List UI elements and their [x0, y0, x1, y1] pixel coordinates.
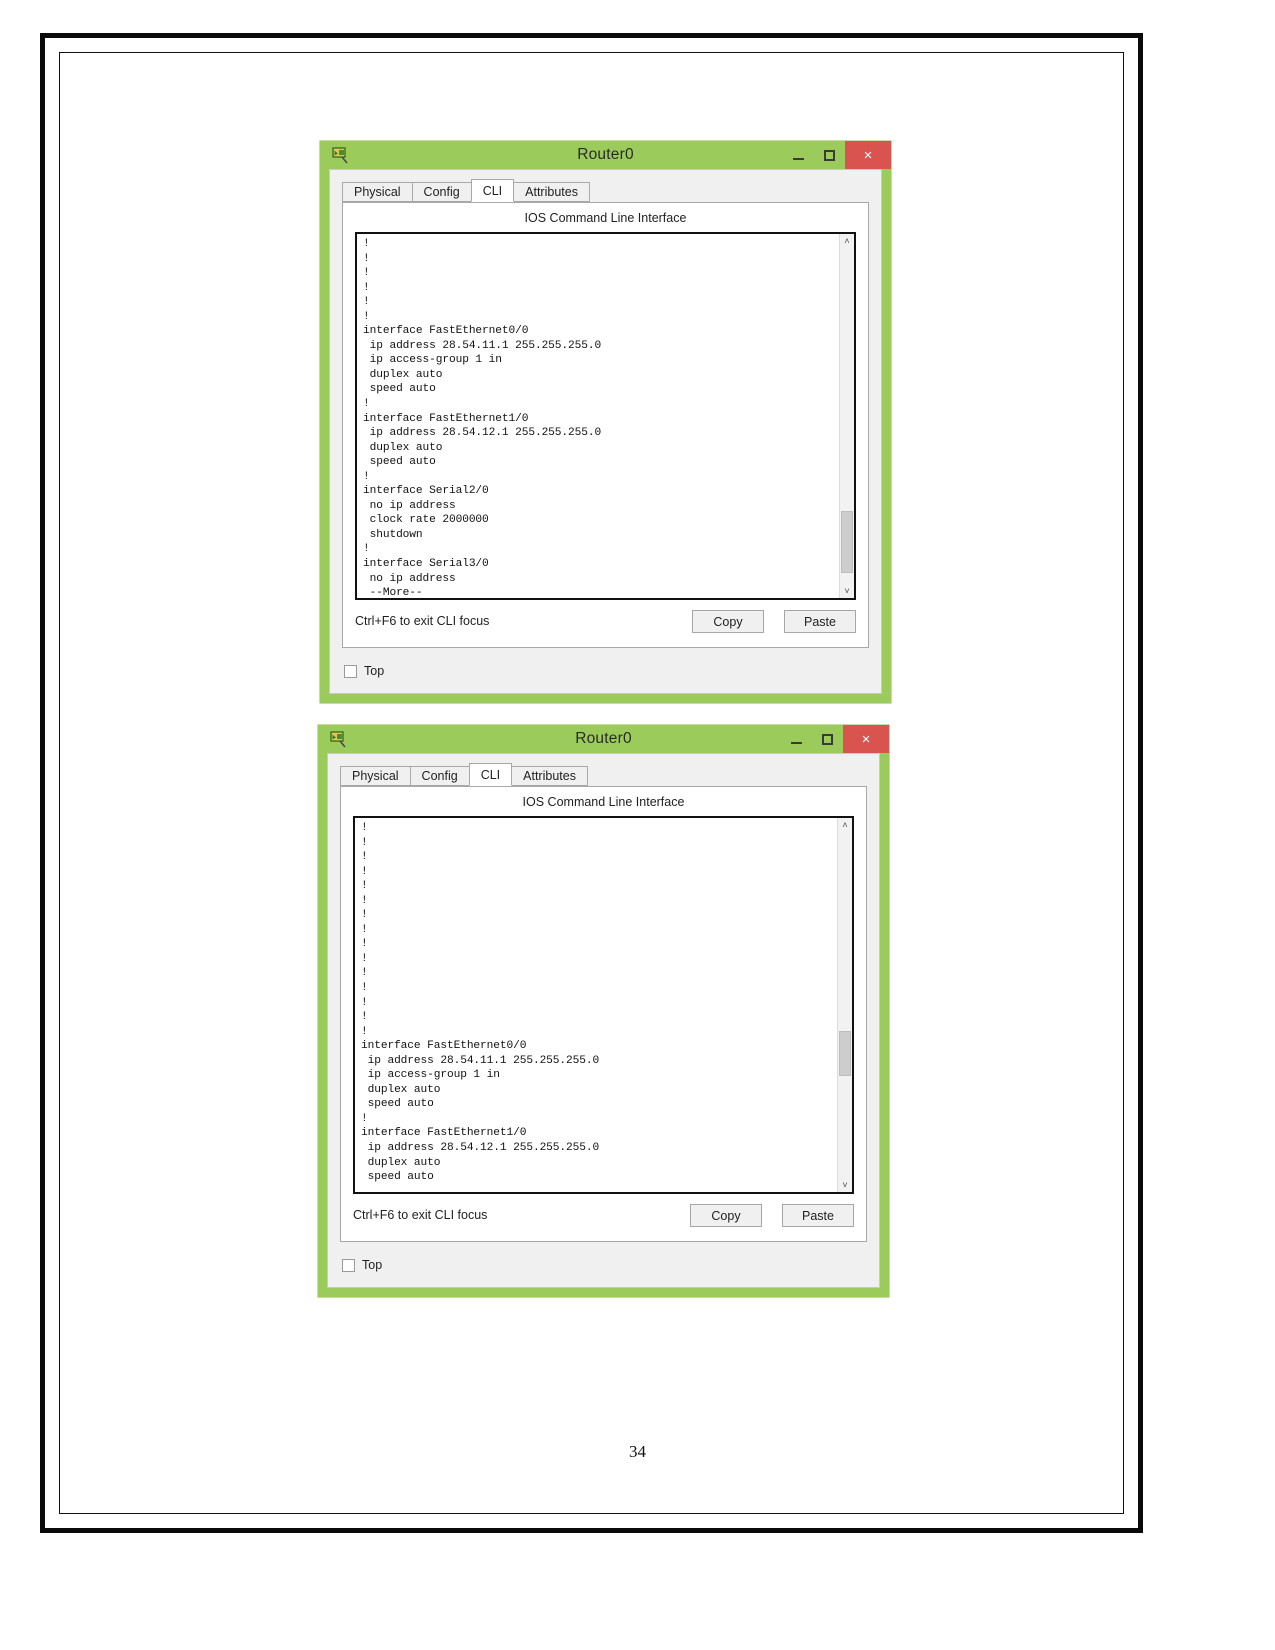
tab-physical[interactable]: Physical	[342, 182, 413, 202]
tab-strip-bottom[interactable]: Physical Config CLI Attributes	[340, 763, 879, 786]
tab-config[interactable]: Config	[411, 182, 472, 202]
tab-physical[interactable]: Physical	[340, 766, 411, 786]
cli-focus-hint: Ctrl+F6 to exit CLI focus	[355, 614, 490, 628]
tab-cli[interactable]: CLI	[468, 763, 513, 786]
scroll-up-arrow-icon[interactable]: ˄	[840, 234, 854, 248]
window-body-top: Physical Config CLI Attributes IOS Comma…	[329, 169, 882, 694]
top-checkbox-label: Top	[364, 664, 385, 678]
title-bar-bottom[interactable]: Router0 ×	[318, 725, 889, 753]
maximize-icon[interactable]	[814, 141, 845, 169]
cli-output-text: ! ! ! ! ! ! ! ! ! ! ! ! ! ! ! interface …	[361, 822, 600, 1184]
cli-tab-page-top: IOS Command Line Interface ! ! ! ! ! ! i…	[342, 202, 869, 648]
scroll-down-arrow-icon[interactable]: ˅	[840, 584, 854, 598]
minimize-icon[interactable]	[781, 725, 812, 753]
top-checkbox-row[interactable]: Top	[342, 1258, 382, 1272]
cli-heading: IOS Command Line Interface	[522, 795, 685, 809]
top-checkbox[interactable]	[344, 664, 357, 678]
router0-window-bottom[interactable]: Router0 × Physical Config CLI Attributes…	[318, 725, 889, 1297]
cli-output-text: ! ! ! ! ! ! interface FastEthernet0/0 ip…	[363, 238, 602, 598]
tab-strip-top[interactable]: Physical Config CLI Attributes	[342, 179, 881, 202]
tab-config[interactable]: Config	[409, 766, 470, 786]
cli-tab-page-bottom: IOS Command Line Interface ! ! ! ! ! ! !…	[340, 786, 867, 1242]
cli-scrollbar[interactable]: ˄ ˅	[839, 234, 854, 598]
scrollbar-thumb[interactable]	[841, 510, 853, 573]
copy-button[interactable]: Copy	[690, 1204, 762, 1227]
window-controls[interactable]: ×	[783, 141, 891, 169]
paste-button[interactable]: Paste	[782, 1204, 854, 1227]
paste-button[interactable]: Paste	[784, 610, 856, 633]
router0-window-top[interactable]: Router0 × Physical Config CLI Attributes…	[320, 141, 891, 703]
page-number: 34	[629, 1442, 646, 1461]
scrollbar-thumb[interactable]	[839, 1031, 851, 1077]
cli-footer-top: Ctrl+F6 to exit CLI focus Copy Paste	[355, 610, 856, 634]
top-checkbox[interactable]	[342, 1258, 355, 1272]
top-checkbox-row[interactable]: Top	[344, 664, 384, 678]
cli-scrollbar[interactable]: ˄ ˅	[837, 818, 852, 1192]
cli-terminal-top[interactable]: ! ! ! ! ! ! interface FastEthernet0/0 ip…	[355, 232, 856, 600]
title-bar-top[interactable]: Router0 ×	[320, 141, 891, 169]
top-checkbox-label: Top	[362, 1258, 383, 1272]
cli-heading: IOS Command Line Interface	[524, 211, 687, 225]
minimize-icon[interactable]	[783, 141, 814, 169]
packet-tracer-router-icon	[331, 146, 349, 164]
scroll-down-arrow-icon[interactable]: ˅	[838, 1178, 852, 1192]
scanned-page: Router0 × Physical Config CLI Attributes…	[0, 0, 1275, 1650]
close-icon[interactable]: ×	[843, 725, 889, 753]
tab-cli[interactable]: CLI	[470, 179, 515, 202]
close-icon[interactable]: ×	[845, 141, 891, 169]
cli-focus-hint: Ctrl+F6 to exit CLI focus	[353, 1208, 488, 1222]
window-body-bottom: Physical Config CLI Attributes IOS Comma…	[327, 753, 880, 1288]
packet-tracer-router-icon	[329, 730, 347, 748]
tab-attributes[interactable]: Attributes	[513, 182, 590, 202]
maximize-icon[interactable]	[812, 725, 843, 753]
copy-button[interactable]: Copy	[692, 610, 764, 633]
window-controls[interactable]: ×	[781, 725, 889, 753]
tab-attributes[interactable]: Attributes	[511, 766, 588, 786]
scroll-up-arrow-icon[interactable]: ˄	[838, 818, 852, 832]
cli-footer-bottom: Ctrl+F6 to exit CLI focus Copy Paste	[353, 1204, 854, 1228]
cli-terminal-bottom[interactable]: ! ! ! ! ! ! ! ! ! ! ! ! ! ! ! interface …	[353, 816, 854, 1194]
